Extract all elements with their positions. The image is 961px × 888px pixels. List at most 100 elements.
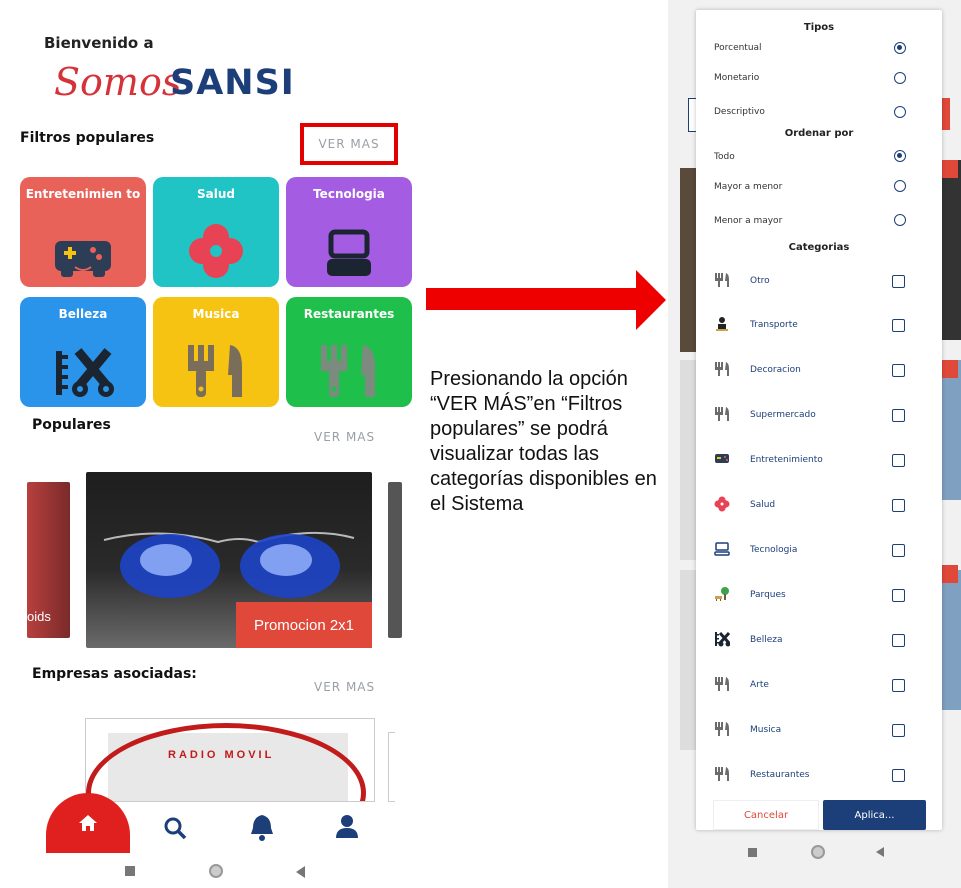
category-checkbox-otro[interactable] [892,275,905,288]
laptop-icon [286,229,412,279]
type-option-label: Porcentual [714,43,762,53]
order-radio-desc[interactable] [894,180,906,192]
annotation-text: Presionando la opción “VER MÁS”en “Filtr… [430,368,657,515]
type-option-label: Monetario [714,73,760,83]
category-label: Musica [750,725,782,735]
home-screen: Bienvenido a Somos SANSI Filtros popular… [0,0,420,888]
order-radio-asc[interactable] [894,214,906,226]
gamepad-icon [715,454,729,463]
partner-logo: RADIO MOVIL [86,723,366,801]
park-icon [715,587,729,601]
back-button[interactable] [876,847,884,857]
arrow-icon [636,270,666,330]
type-radio-monetary[interactable] [894,72,906,84]
filter-tile-health[interactable]: Salud [153,177,279,287]
flower-icon [714,496,730,512]
filter-tile-music[interactable]: Musica [153,297,279,407]
partners-title: Empresas asociadas: [32,666,197,682]
types-title: Tipos [803,22,835,33]
filter-tile-restaurants[interactable]: Restaurantes [286,297,412,407]
bell-icon[interactable] [250,812,274,842]
comb-scissors-icon [715,631,730,647]
type-radio-descriptive[interactable] [894,106,906,118]
recents-button[interactable] [748,848,757,857]
filter-tile-technology[interactable]: Tecnologia [286,177,412,287]
tile-label: Tecnologia [313,187,385,201]
search-icon[interactable] [163,816,187,840]
promo-badge: Promocion 2x1 [236,602,372,648]
fork-knife-icon [715,273,729,287]
category-label: Parques [750,590,786,600]
category-checkbox-transporte[interactable] [892,319,905,332]
category-checkbox-restaurantes[interactable] [892,769,905,782]
see-more-populars-link[interactable]: VER MAS [314,430,375,444]
home-icon [79,815,97,831]
type-radio-percentage[interactable] [894,42,906,54]
system-home-button[interactable] [209,864,223,878]
fork-knife-icon [715,362,729,376]
logo-script: Somos [54,60,182,104]
flower-icon [153,223,279,279]
tile-label: Restaurantes [303,307,395,321]
fork-knife-icon [715,722,729,736]
category-label: Supermercado [750,410,816,420]
order-radio-all[interactable] [894,150,906,162]
partner-card-next[interactable] [388,732,395,802]
see-more-label: VER MAS [318,137,380,151]
category-checkbox-decoracion[interactable] [892,364,905,377]
arrow-shaft [426,288,638,310]
populars-title: Populares [32,417,111,433]
apply-button[interactable]: Aplica... [823,800,926,830]
category-label: Restaurantes [750,770,810,780]
popular-filters-title: Filtros populares [20,130,155,146]
category-checkbox-parques[interactable] [892,589,905,602]
back-button[interactable] [296,866,305,878]
popular-card-left[interactable]: oids [27,482,70,638]
category-label: Transporte [750,320,798,330]
category-checkbox-salud[interactable] [892,499,905,512]
order-title: Ordenar por [784,128,854,139]
person-icon [716,317,728,331]
fork-knife-icon [286,341,412,399]
fork-knife-icon [715,407,729,421]
fork-knife-icon [715,677,729,691]
user-icon[interactable] [336,814,358,840]
see-more-partners-link[interactable]: VER MAS [314,680,375,694]
glasses-image [103,531,355,598]
system-home-button[interactable] [811,845,825,859]
tile-label: Entretenimien to [25,187,141,201]
category-checkbox-musica[interactable] [892,724,905,737]
fork-knife-icon [715,767,729,781]
type-option-label: Descriptivo [714,107,765,117]
recents-button[interactable] [125,866,135,876]
category-label: Belleza [750,635,783,645]
category-label: Arte [750,680,769,690]
category-label: Entretenimiento [750,455,823,465]
category-label: Salud [750,500,776,510]
comb-scissors-icon [20,345,146,399]
category-checkbox-tecnologia[interactable] [892,544,905,557]
category-checkbox-belleza[interactable] [892,634,905,647]
partner-name: RADIO MOVIL [168,749,275,761]
category-label: Tecnologia [750,545,798,555]
categories-title: Categorias [788,242,850,253]
cancel-button[interactable]: Cancelar [713,800,819,830]
order-option-label: Mayor a menor [714,182,783,192]
category-checkbox-entretenimiento[interactable] [892,454,905,467]
category-label: Otro [750,276,770,286]
fork-knife-icon [153,341,279,399]
partner-card[interactable]: RADIO MOVIL [85,718,375,802]
popular-card-right[interactable] [388,482,402,638]
category-checkbox-supermercado[interactable] [892,409,905,422]
filter-dialog: Tipos Porcentual Monetario Descriptivo O… [696,10,942,830]
welcome-text: Bienvenido a [44,34,154,52]
logo-bold: SANSI [170,63,295,103]
filter-tile-entertainment[interactable]: Entretenimien to [20,177,146,287]
filter-tile-beauty[interactable]: Belleza [20,297,146,407]
tile-label: Musica [192,307,240,321]
category-checkbox-arte[interactable] [892,679,905,692]
tile-label: Belleza [58,307,108,321]
order-option-label: Todo [714,152,735,162]
see-more-filters-button[interactable]: VER MAS [300,123,398,165]
category-label: Decoracion [750,365,801,375]
